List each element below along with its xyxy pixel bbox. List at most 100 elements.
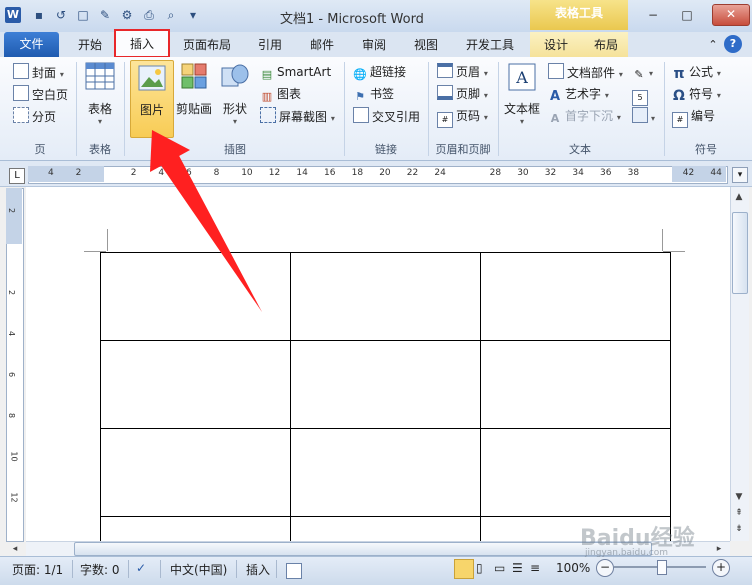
help-icon[interactable]: ? <box>724 35 742 53</box>
ruler-tick-label: 2 <box>130 168 137 178</box>
tab-references[interactable]: 引用 <box>248 34 292 56</box>
footer-button[interactable]: 页脚 ▾ <box>437 85 488 103</box>
picture-label: 图片 <box>139 103 164 117</box>
chevron-down-icon: ▾ <box>519 117 524 126</box>
page-break-button[interactable]: 分页 <box>13 107 56 125</box>
signature-line-icon[interactable]: ✎ ▾ <box>632 63 653 81</box>
drop-cap-label: 首字下沉 <box>565 109 614 123</box>
cover-page-button[interactable]: 封面 ▾ <box>13 63 64 81</box>
word-count[interactable]: 字数: 0 <box>80 561 120 578</box>
ruler-tick-label: 24 <box>434 168 446 178</box>
language-indicator[interactable]: 中文(中国) <box>170 561 227 578</box>
page-number-button[interactable]: # 页码 ▾ <box>437 107 488 128</box>
vertical-scroll-thumb[interactable] <box>732 212 748 294</box>
equation-button[interactable]: π 公式 ▾ <box>672 63 720 81</box>
tab-layout[interactable]: 布局 <box>584 34 628 56</box>
object-icon[interactable]: ▾ <box>632 107 655 125</box>
table-grid-icon <box>84 62 116 94</box>
tab-view[interactable]: 视图 <box>404 34 448 56</box>
undo-icon[interactable]: ↺ <box>52 6 70 24</box>
print-icon[interactable]: ⎙ <box>140 6 158 24</box>
format-painter-icon[interactable]: ✎ <box>96 6 114 24</box>
macro-record-icon[interactable] <box>286 563 302 579</box>
web-layout-icon[interactable]: ▭ <box>494 561 505 575</box>
shapes-label: 形状 <box>222 102 247 116</box>
zoom-in-button[interactable]: + <box>712 559 730 577</box>
tab-selector[interactable]: L <box>9 168 25 184</box>
proofing-icon[interactable]: ✓ <box>136 561 146 575</box>
quick-parts-button[interactable]: 文档部件 ▾ <box>548 63 623 81</box>
new-document-icon[interactable]: □ <box>74 6 92 24</box>
tab-review[interactable]: 审阅 <box>352 34 396 56</box>
group-label-illustrations: 插图 <box>224 143 246 156</box>
hyperlink-button[interactable]: 🌐 超链接 <box>353 63 406 81</box>
zoom-slider-thumb[interactable] <box>657 560 667 575</box>
wordart-button[interactable]: A 艺术字 ▾ <box>548 85 609 104</box>
close-button[interactable]: ✕ <box>712 4 750 26</box>
date-time-icon[interactable]: 5 <box>632 85 651 106</box>
zoom-out-button[interactable]: − <box>596 559 614 577</box>
scroll-right-icon[interactable]: ▸ <box>712 542 726 556</box>
drop-cap-button[interactable]: A 首字下沉 ▾ <box>548 107 621 125</box>
previous-page-icon[interactable]: ⇞ <box>732 506 746 520</box>
header-button[interactable]: 页眉 ▾ <box>437 63 488 81</box>
screenshot-button[interactable]: 屏幕截图 ▾ <box>260 107 335 125</box>
textbox-button[interactable]: A 文本框 ▾ <box>502 62 542 126</box>
clip-art-button[interactable]: 剪贴画 <box>175 62 213 117</box>
table-button-label: 表格 <box>87 102 112 116</box>
horizontal-scroll-thumb[interactable] <box>74 542 652 556</box>
view-ruler-toggle[interactable]: ▾ <box>732 167 748 183</box>
tab-page-layout[interactable]: 页面布局 <box>176 34 238 56</box>
print-preview-icon[interactable]: ⌕ <box>162 6 180 24</box>
blank-page-button[interactable]: 空白页 <box>13 85 68 103</box>
baidu-watermark-url: jingyan.baidu.com <box>585 548 669 558</box>
scroll-up-icon[interactable]: ▲ <box>732 190 746 204</box>
shapes-button[interactable]: 形状 ▾ <box>216 62 254 126</box>
ruler-tick-label: 14 <box>296 168 308 178</box>
insert-mode-indicator[interactable]: 插入 <box>246 561 270 578</box>
symbol-button[interactable]: Ω 符号 ▾ <box>672 85 721 103</box>
word-app-icon[interactable]: W <box>5 7 21 23</box>
table-button[interactable]: 表格 ▾ <box>80 62 120 126</box>
scroll-down-icon[interactable]: ▼ <box>732 490 746 504</box>
next-page-icon[interactable]: ⇟ <box>732 522 746 536</box>
settings-icon[interactable]: ⚙ <box>118 6 136 24</box>
insert-picture-button[interactable]: 图片 <box>130 60 174 138</box>
header-icon <box>437 63 453 78</box>
shapes-icon <box>219 62 251 94</box>
cross-reference-icon <box>353 107 369 123</box>
ruler-tick-label: 10 <box>241 168 253 178</box>
tab-home[interactable]: 开始 <box>66 34 114 56</box>
group-divider <box>498 62 499 156</box>
cross-reference-button[interactable]: 交叉引用 <box>353 107 420 125</box>
scroll-left-icon[interactable]: ◂ <box>8 542 22 556</box>
chart-button[interactable]: ▥ 图表 <box>260 85 301 103</box>
draft-view-icon[interactable]: ≡ <box>530 561 540 575</box>
quick-parts-label: 文档部件 <box>567 66 616 80</box>
zoom-level[interactable]: 100% <box>556 561 590 575</box>
tab-developer[interactable]: 开发工具 <box>458 34 522 56</box>
full-screen-reading-icon[interactable]: ▯ <box>476 561 483 575</box>
customize-quick-access-icon[interactable]: ▾ <box>184 6 202 24</box>
print-layout-view-icon[interactable] <box>454 559 474 579</box>
signature-icon: ✎ <box>634 68 644 81</box>
bookmark-button[interactable]: ⚑ 书签 <box>353 85 394 103</box>
tab-file[interactable]: 文件 <box>4 32 59 57</box>
save-icon[interactable]: ▪ <box>30 6 48 24</box>
tab-design[interactable]: 设计 <box>534 34 578 56</box>
page-number-label: 页码 <box>456 109 481 123</box>
document-page[interactable] <box>26 187 730 541</box>
minimize-button[interactable]: − <box>640 6 666 24</box>
tab-insert[interactable]: 插入 <box>114 29 170 58</box>
tab-mailings[interactable]: 邮件 <box>300 34 344 56</box>
collapse-ribbon-icon[interactable]: ⌃ <box>704 34 722 56</box>
hyperlink-label: 超链接 <box>370 65 407 79</box>
page-count[interactable]: 页面: 1/1 <box>12 561 63 578</box>
smartart-button[interactable]: ▤ SmartArt <box>260 63 331 81</box>
maximize-button[interactable]: □ <box>674 6 700 24</box>
group-label-text: 文本 <box>569 143 591 156</box>
vertical-ruler-tick-label: 6 <box>7 371 17 378</box>
group-divider <box>76 62 77 156</box>
numbering-button[interactable]: # 编号 <box>672 107 715 128</box>
outline-view-icon[interactable]: ☰ <box>512 561 523 575</box>
